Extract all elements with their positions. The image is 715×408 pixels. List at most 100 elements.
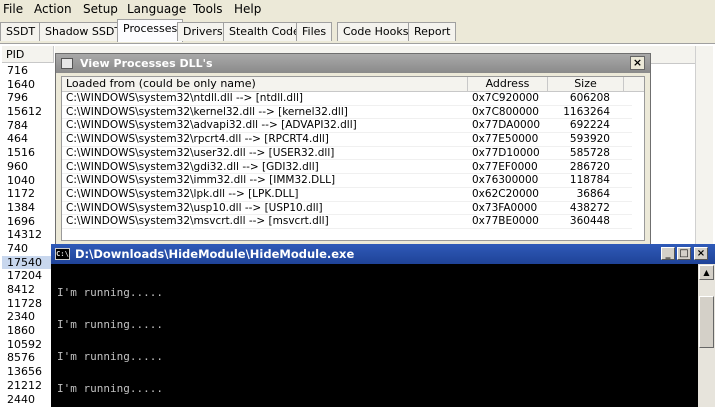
dll-address-cell: 0x77DA0000: [472, 119, 541, 132]
menu-tools[interactable]: Tools: [193, 2, 223, 16]
dll-size-cell: 36864: [576, 187, 610, 200]
menu-language[interactable]: Language: [127, 2, 186, 16]
dll-size-cell: 1163264: [563, 105, 610, 118]
pid-row[interactable]: 796: [2, 91, 54, 105]
dll-path-cell: C:\WINDOWS\system32\advapi32.dll --> [AD…: [66, 119, 357, 132]
pid-row[interactable]: 10592: [2, 338, 54, 352]
pid-row[interactable]: 21212: [2, 379, 54, 393]
pid-row[interactable]: 740: [2, 242, 54, 256]
pid-row[interactable]: 1384: [2, 201, 54, 215]
tab-bar: SSDT Shadow SSDT Processes Drivers Steal…: [0, 19, 715, 43]
pid-column-header[interactable]: PID: [2, 46, 54, 63]
pid-row[interactable]: 17540: [2, 255, 54, 270]
pid-row[interactable]: 1860: [2, 324, 54, 338]
console-line: I'm running.....: [57, 286, 163, 299]
column-loaded-from[interactable]: Loaded from (could be only name): [62, 77, 468, 91]
dll-row[interactable]: C:\WINDOWS\system32\user32.dll --> [USER…: [62, 147, 632, 161]
console-app-icon: C:\: [55, 248, 70, 260]
pid-row[interactable]: 2440: [2, 393, 54, 407]
tab-report[interactable]: Report: [408, 22, 457, 41]
dll-size-cell: 118784: [569, 174, 610, 187]
dll-size-cell: 286720: [569, 160, 610, 173]
pid-row[interactable]: 784: [2, 119, 54, 133]
console-line: I'm running.....: [57, 382, 163, 395]
pid-row[interactable]: 8412: [2, 283, 54, 297]
scroll-up-arrow-icon[interactable]: ▲: [699, 265, 714, 280]
dll-address-cell: 0x7C800000: [472, 105, 539, 118]
dll-row[interactable]: C:\WINDOWS\system32\kernel32.dll --> [ke…: [62, 106, 632, 120]
row-divider: [62, 227, 632, 229]
dialog-title-bar[interactable]: View Processes DLL's ×: [56, 54, 650, 73]
tab-processes[interactable]: Processes: [117, 19, 184, 42]
pid-row[interactable]: 464: [2, 132, 54, 146]
menu-setup[interactable]: Setup: [83, 2, 118, 16]
tab-files[interactable]: Files: [296, 22, 333, 41]
dll-row[interactable]: C:\WINDOWS\system32\ntdll.dll --> [ntdll…: [62, 92, 632, 106]
dll-address-cell: 0x77BE0000: [472, 215, 539, 228]
scroll-thumb[interactable]: [699, 296, 714, 348]
column-size[interactable]: Size: [548, 77, 624, 91]
dll-size-cell: 692224: [569, 119, 610, 132]
dll-address-cell: 0x73FA0000: [472, 201, 538, 214]
console-title: D:\Downloads\HideModule\HideModule.exe: [75, 247, 355, 261]
pid-column: 716 1640 796 15612 784 464 1516 960 1040 1172 1384…: [2, 64, 54, 406]
dll-address-cell: 0x77EF0000: [472, 160, 538, 173]
pid-row[interactable]: 8576: [2, 351, 54, 365]
tab-drivers[interactable]: Drivers: [177, 22, 229, 41]
tab-shadow-ssdt[interactable]: Shadow SSDT: [39, 22, 128, 41]
console-line: I'm running.....: [57, 318, 163, 331]
dialog-close-button[interactable]: ×: [630, 56, 645, 70]
pid-row[interactable]: 14312: [2, 228, 54, 242]
column-address[interactable]: Address: [468, 77, 548, 91]
pid-row[interactable]: 11728: [2, 297, 54, 311]
dll-row[interactable]: C:\WINDOWS\system32\gdi32.dll --> [GDI32…: [62, 161, 632, 175]
dll-row[interactable]: C:\WINDOWS\system32\usp10.dll --> [USP10…: [62, 202, 632, 216]
dll-row[interactable]: C:\WINDOWS\system32\rpcrt4.dll --> [RPCR…: [62, 133, 632, 147]
dll-size-cell: 438272: [569, 201, 610, 214]
dialog-title: View Processes DLL's: [80, 57, 213, 70]
maximize-button[interactable]: □: [677, 247, 691, 260]
minimize-button[interactable]: _: [661, 247, 675, 260]
dll-row[interactable]: C:\WINDOWS\system32\lpk.dll --> [LPK.DLL…: [62, 188, 632, 202]
dll-size-cell: 585728: [569, 146, 610, 159]
dll-path-cell: C:\WINDOWS\system32\ntdll.dll --> [ntdll…: [66, 92, 303, 104]
dll-size-cell: 606208: [569, 92, 610, 104]
pid-row[interactable]: 960: [2, 160, 54, 174]
dll-row[interactable]: C:\WINDOWS\system32\msvcrt.dll --> [msvc…: [62, 215, 632, 229]
pid-row[interactable]: 1040: [2, 174, 54, 188]
tab-code-hooks[interactable]: Code Hooks: [337, 22, 415, 41]
pid-row[interactable]: 1640: [2, 78, 54, 92]
tab-ssdt[interactable]: SSDT: [0, 22, 42, 41]
pid-row[interactable]: 716: [2, 64, 54, 78]
dll-row[interactable]: C:\WINDOWS\system32\imm32.dll --> [IMM32…: [62, 174, 632, 188]
pid-row[interactable]: 1172: [2, 187, 54, 201]
dll-path-cell: C:\WINDOWS\system32\user32.dll --> [USER…: [66, 146, 335, 159]
dll-path-cell: C:\WINDOWS\system32\kernel32.dll --> [ke…: [66, 105, 348, 118]
dll-size-cell: 360448: [569, 215, 610, 228]
dll-list: Loaded from (could be only name) Address…: [61, 76, 645, 241]
dll-path-cell: C:\WINDOWS\system32\rpcrt4.dll --> [RPCR…: [66, 133, 329, 146]
dll-path-cell: C:\WINDOWS\system32\imm32.dll --> [IMM32…: [66, 174, 336, 187]
dll-address-cell: 0x77D10000: [472, 146, 540, 159]
tab-stealth-code[interactable]: Stealth Code: [223, 22, 306, 41]
console-title-bar[interactable]: C:\ D:\Downloads\HideModule\HideModule.e…: [51, 244, 715, 264]
console-window: C:\ D:\Downloads\HideModule\HideModule.e…: [51, 244, 715, 407]
dll-path-cell: C:\WINDOWS\system32\msvcrt.dll --> [msvc…: [66, 215, 329, 228]
pid-row[interactable]: 17204: [2, 269, 54, 283]
pid-row[interactable]: 1516: [2, 146, 54, 160]
pid-row[interactable]: 13656: [2, 365, 54, 379]
pid-row[interactable]: 2340: [2, 310, 54, 324]
menu-file[interactable]: File: [3, 2, 23, 16]
menu-bar: File Action Setup Language Tools Help: [0, 0, 715, 19]
dll-address-cell: 0x76300000: [472, 174, 539, 187]
pid-row[interactable]: 15612: [2, 105, 54, 119]
dll-path-cell: C:\WINDOWS\system32\usp10.dll --> [USP10…: [66, 201, 323, 214]
menu-action[interactable]: Action: [34, 2, 72, 16]
dll-row[interactable]: C:\WINDOWS\system32\advapi32.dll --> [AD…: [62, 119, 632, 134]
console-scrollbar[interactable]: ▲: [698, 264, 715, 407]
dll-address-cell: 0x77E50000: [472, 133, 539, 146]
menu-help[interactable]: Help: [234, 2, 261, 16]
dll-address-cell: 0x62C20000: [472, 187, 539, 200]
pid-row[interactable]: 1696: [2, 215, 54, 229]
close-button[interactable]: ×: [694, 247, 708, 260]
